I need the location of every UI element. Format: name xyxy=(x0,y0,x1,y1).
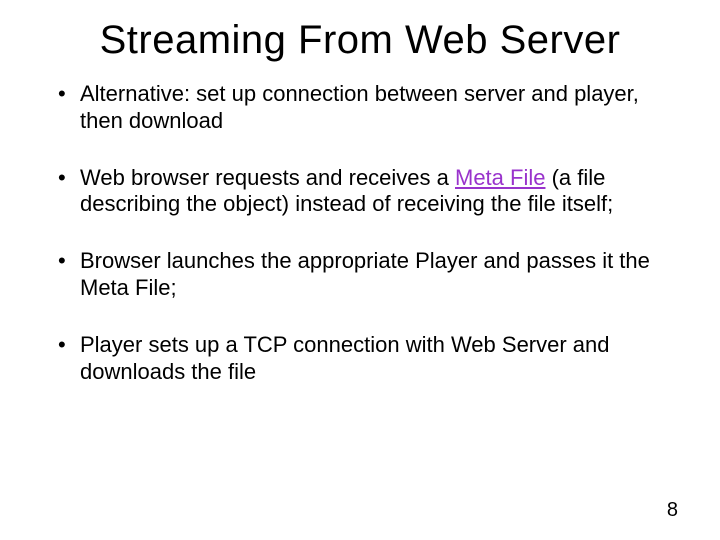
bullet-text: Web browser requests and receives a xyxy=(80,165,455,190)
list-item: Web browser requests and receives a Meta… xyxy=(64,165,684,219)
bullet-text: Alternative: set up connection between s… xyxy=(80,81,639,133)
meta-file-term: Meta File xyxy=(455,165,545,190)
list-item: Player sets up a TCP connection with Web… xyxy=(64,332,684,386)
list-item: Browser launches the appropriate Player … xyxy=(64,248,684,302)
slide: Streaming From Web Server Alternative: s… xyxy=(0,0,720,540)
bullet-text: Player sets up a TCP connection with Web… xyxy=(80,332,610,384)
bullet-text: Browser launches the appropriate Player … xyxy=(80,248,650,300)
bullet-list: Alternative: set up connection between s… xyxy=(36,81,684,386)
slide-title: Streaming From Web Server xyxy=(36,18,684,63)
page-number: 8 xyxy=(667,499,678,522)
list-item: Alternative: set up connection between s… xyxy=(64,81,684,135)
